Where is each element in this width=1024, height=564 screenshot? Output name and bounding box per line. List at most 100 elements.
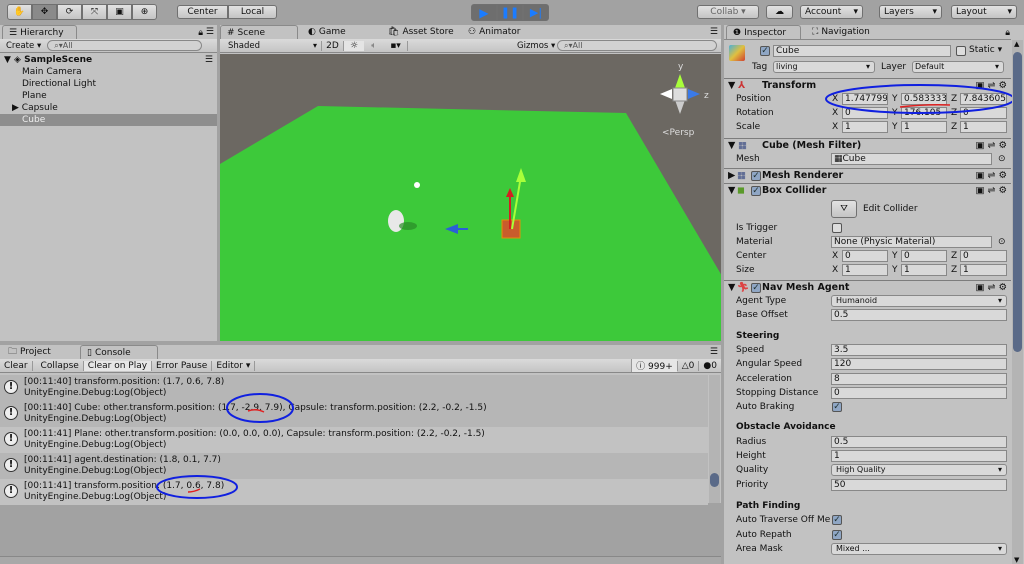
object-picker-icon[interactable]: ⊙ bbox=[998, 154, 1006, 164]
position-y-input[interactable]: 0.583333 bbox=[901, 93, 947, 105]
log-entry[interactable]: ! [00:11:41] Plane: other.transform.posit… bbox=[0, 427, 708, 453]
tab-animator[interactable]: ⚇ Animator bbox=[462, 25, 526, 39]
area-mask-dropdown[interactable]: Mixed ... bbox=[831, 543, 1007, 555]
stopping-distance-input[interactable]: 0 bbox=[831, 387, 1007, 399]
shading-dropdown[interactable]: Shaded bbox=[222, 40, 322, 51]
mesh-filter-header[interactable]: ▼ ▦ Cube (Mesh Filter) ▣ ⇌ ⚙ bbox=[724, 138, 1011, 153]
panel-menu-icon[interactable]: ☰ bbox=[710, 27, 718, 37]
audio-toggle[interactable]: 🔈︎ bbox=[364, 41, 384, 51]
box-collider-header[interactable]: ▼ ◼ ✓ Box Collider ▣ ⇌ ⚙ bbox=[724, 183, 1011, 198]
edit-collider-button[interactable]: ⛛ bbox=[831, 200, 857, 218]
priority-input[interactable]: 50 bbox=[831, 479, 1007, 491]
static-label[interactable]: Static ▾ bbox=[969, 45, 1002, 55]
object-picker-icon[interactable]: ⊙ bbox=[998, 237, 1006, 247]
editor-dropdown[interactable]: Editor ▾ bbox=[212, 360, 256, 371]
tab-inspector[interactable]: ❶ Inspector bbox=[726, 25, 801, 39]
nav-agent-enabled-checkbox[interactable]: ✓ bbox=[751, 283, 761, 293]
foldout-icon[interactable]: ▶ bbox=[728, 169, 735, 183]
component-menu-icons[interactable]: ▣ ⇌ ⚙ bbox=[976, 169, 1008, 183]
is-trigger-checkbox[interactable] bbox=[832, 223, 842, 233]
rect-tool-button[interactable]: ▣ bbox=[107, 4, 132, 20]
cloud-button[interactable]: ☁ bbox=[766, 5, 793, 19]
scale-y-input[interactable]: 1 bbox=[901, 121, 947, 133]
panel-menu-icon[interactable]: ☰ bbox=[710, 347, 718, 357]
inspector-scrollbar[interactable]: ▲ ▼ bbox=[1012, 40, 1023, 564]
scrollbar-thumb[interactable] bbox=[1013, 52, 1022, 352]
pivot-center-button[interactable]: Center bbox=[177, 5, 228, 19]
hierarchy-item-capsule[interactable]: ▶ Capsule bbox=[0, 102, 217, 114]
active-checkbox[interactable]: ✓ bbox=[760, 46, 770, 56]
hand-tool-button[interactable]: ✋ bbox=[7, 4, 32, 20]
tab-game[interactable]: ◐ Game bbox=[302, 25, 352, 39]
move-tool-button[interactable]: ✥ bbox=[32, 4, 57, 20]
rotation-x-input[interactable]: 0 bbox=[842, 107, 888, 119]
warning-count-toggle[interactable]: △0 bbox=[676, 360, 699, 371]
error-count-toggle[interactable]: ●0 bbox=[698, 360, 721, 371]
hierarchy-search[interactable]: ⌕▾All bbox=[47, 40, 203, 51]
radius-input[interactable]: 0.5 bbox=[831, 436, 1007, 448]
pivot-local-button[interactable]: Local bbox=[228, 5, 277, 19]
center-y-input[interactable]: 0 bbox=[901, 250, 947, 262]
create-dropdown[interactable]: Create ▾ bbox=[2, 41, 45, 51]
log-entry[interactable]: ! [00:11:41] transform.position: (1.7, 0.… bbox=[0, 479, 708, 505]
scene-search[interactable]: ⌕▾All bbox=[557, 40, 717, 51]
center-z-input[interactable]: 0 bbox=[960, 250, 1007, 262]
pause-button[interactable]: ❚❚ bbox=[497, 4, 523, 21]
scene-root[interactable]: ▼ ◈ SampleScene ☰ bbox=[0, 54, 217, 66]
layer-dropdown[interactable]: Default bbox=[912, 61, 1004, 73]
scene-viewport[interactable]: y z <Persp bbox=[220, 54, 721, 341]
auto-traverse-checkbox[interactable]: ✓ bbox=[832, 515, 842, 525]
angular-speed-input[interactable]: 120 bbox=[831, 358, 1007, 370]
log-entry[interactable]: ! [00:11:40] transform.position: (1.7, 0.… bbox=[0, 375, 708, 401]
error-pause-button[interactable]: Error Pause bbox=[152, 360, 213, 371]
account-button[interactable]: Account ▾ bbox=[800, 5, 863, 19]
rotation-y-input[interactable]: 176.105 bbox=[901, 107, 947, 119]
layout-dropdown[interactable]: Layout ▾ bbox=[951, 5, 1017, 19]
foldout-icon[interactable]: ▼ bbox=[728, 79, 735, 93]
tab-asset-store[interactable]: 🛍︎ Asset Store bbox=[382, 25, 460, 39]
foldout-icon[interactable]: ▼ bbox=[728, 139, 735, 153]
mesh-field[interactable]: ▦Cube bbox=[831, 153, 992, 165]
transform-header[interactable]: ▼ ⅄ Transform ▣ ⇌ ⚙ bbox=[724, 78, 1011, 93]
tag-dropdown[interactable]: living bbox=[773, 61, 875, 73]
tab-project[interactable]: 🗀 Project bbox=[2, 345, 57, 359]
transform-tool-button[interactable]: ⊕ bbox=[132, 4, 157, 20]
2d-toggle[interactable]: 2D bbox=[322, 40, 344, 51]
play-button[interactable]: ▶ bbox=[471, 4, 497, 21]
scale-x-input[interactable]: 1 bbox=[842, 121, 888, 133]
size-x-input[interactable]: 1 bbox=[842, 264, 888, 276]
base-offset-input[interactable]: 0.5 bbox=[831, 309, 1007, 321]
hierarchy-item-main-camera[interactable]: Main Camera bbox=[0, 66, 217, 78]
collapse-button[interactable]: Collapse bbox=[33, 360, 84, 371]
scroll-up-icon[interactable]: ▲ bbox=[1014, 40, 1019, 48]
collab-button[interactable]: Collab ▾ bbox=[697, 5, 759, 19]
size-z-input[interactable]: 1 bbox=[960, 264, 1007, 276]
step-button[interactable]: ▶| bbox=[523, 4, 549, 21]
persp-label[interactable]: <Persp bbox=[662, 128, 695, 138]
lock-icon[interactable]: 🔒︎ bbox=[198, 28, 203, 38]
hierarchy-item-plane[interactable]: Plane bbox=[0, 90, 217, 102]
auto-repath-checkbox[interactable]: ✓ bbox=[832, 530, 842, 540]
tab-console[interactable]: ▯ Console bbox=[80, 345, 158, 359]
hierarchy-item-directional-light[interactable]: Directional Light bbox=[0, 78, 217, 90]
scroll-down-icon[interactable]: ▼ bbox=[1014, 556, 1019, 564]
position-x-input[interactable]: 1.747799 bbox=[842, 93, 888, 105]
nav-mesh-agent-header[interactable]: ▼ 🏃︎ ✓ Nav Mesh Agent ▣ ⇌ ⚙ bbox=[724, 280, 1011, 295]
hierarchy-item-cube[interactable]: Cube bbox=[0, 114, 217, 126]
rotate-tool-button[interactable]: ⟳ bbox=[57, 4, 82, 20]
component-menu-icons[interactable]: ▣ ⇌ ⚙ bbox=[976, 281, 1008, 295]
clear-on-play-button[interactable]: Clear on Play bbox=[83, 360, 153, 371]
tab-hierarchy[interactable]: ☰ Hierarchy bbox=[2, 25, 77, 39]
scrollbar-thumb[interactable] bbox=[710, 473, 719, 487]
component-menu-icons[interactable]: ▣ ⇌ ⚙ bbox=[976, 139, 1008, 153]
rotation-z-input[interactable]: 0 bbox=[960, 107, 1007, 119]
panel-menu-icon[interactable]: ☰ bbox=[206, 27, 214, 37]
log-entry[interactable]: ! [00:11:40] Cube: other.transform.positi… bbox=[0, 401, 708, 427]
box-collider-enabled-checkbox[interactable]: ✓ bbox=[751, 186, 761, 196]
scale-z-input[interactable]: 1 bbox=[960, 121, 1007, 133]
scale-tool-button[interactable]: ⤧ bbox=[82, 4, 107, 20]
center-x-input[interactable]: 0 bbox=[842, 250, 888, 262]
console-scrollbar[interactable] bbox=[709, 375, 720, 503]
mesh-renderer-header[interactable]: ▶ ▦ ✓ Mesh Renderer ▣ ⇌ ⚙ bbox=[724, 168, 1011, 183]
component-menu-icons[interactable]: ▣ ⇌ ⚙ bbox=[976, 184, 1008, 198]
